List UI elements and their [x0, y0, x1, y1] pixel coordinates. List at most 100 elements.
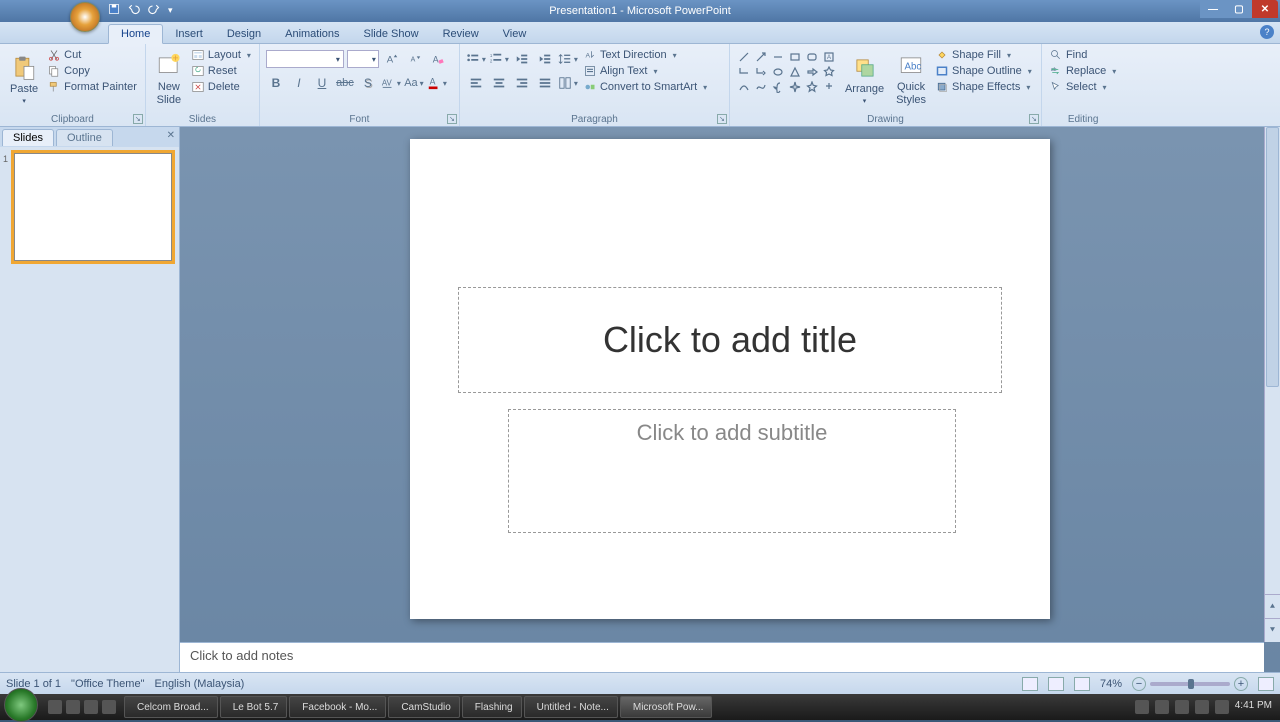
grow-font-icon[interactable]: A — [382, 50, 402, 68]
normal-view-icon[interactable] — [1022, 677, 1038, 691]
office-button[interactable] — [70, 2, 100, 32]
tab-design[interactable]: Design — [215, 25, 273, 43]
next-slide-icon[interactable]: ⯆ — [1265, 618, 1280, 642]
taskbar-item[interactable]: Microsoft Pow... — [620, 696, 713, 718]
shape-oval-icon[interactable] — [770, 65, 786, 79]
justify-icon[interactable] — [535, 74, 555, 92]
zoom-level[interactable]: 74% — [1100, 678, 1122, 690]
taskbar-item[interactable]: Facebook - Mo... — [289, 696, 386, 718]
shape-freeform-icon[interactable] — [753, 80, 769, 94]
select-button[interactable]: Select — [1048, 80, 1118, 94]
ie-icon[interactable] — [84, 700, 98, 714]
change-case-icon[interactable]: Aa — [404, 74, 424, 92]
fit-window-icon[interactable] — [1258, 677, 1274, 691]
strikethrough-icon[interactable]: abc — [335, 74, 355, 92]
text-direction-button[interactable]: AText Direction — [582, 48, 709, 62]
explorer-icon[interactable] — [66, 700, 80, 714]
slides-tab[interactable]: Slides — [2, 129, 54, 146]
tray-icon[interactable] — [1155, 700, 1169, 714]
shape-outline-button[interactable]: Shape Outline — [934, 64, 1034, 78]
taskbar-item[interactable]: Celcom Broad... — [124, 696, 218, 718]
columns-icon[interactable] — [558, 74, 578, 92]
zoom-slider[interactable] — [1150, 682, 1230, 686]
tab-review[interactable]: Review — [431, 25, 491, 43]
tab-insert[interactable]: Insert — [163, 25, 215, 43]
font-launcher[interactable] — [447, 114, 457, 124]
copy-button[interactable]: Copy — [46, 64, 139, 78]
tray-icon[interactable] — [1195, 700, 1209, 714]
clock[interactable]: 4:41 PM — [1235, 700, 1272, 714]
qat-more-icon[interactable]: ▾ — [168, 5, 173, 16]
char-spacing-icon[interactable]: AV — [381, 74, 401, 92]
shape-effects-button[interactable]: Shape Effects — [934, 80, 1034, 94]
taskbar-item[interactable]: Untitled - Note... — [524, 696, 618, 718]
shape-roundrect-icon[interactable] — [804, 50, 820, 64]
status-language[interactable]: English (Malaysia) — [154, 678, 244, 690]
shape-rightarrow-icon[interactable] — [804, 65, 820, 79]
volume-icon[interactable] — [1215, 700, 1229, 714]
replace-button[interactable]: abReplace — [1048, 64, 1118, 78]
zoom-out-icon[interactable]: − — [1132, 677, 1146, 691]
help-icon[interactable]: ? — [1260, 25, 1274, 39]
font-name-combo[interactable]: ▾ — [266, 50, 344, 68]
find-button[interactable]: Find — [1048, 48, 1118, 62]
new-slide-button[interactable]: New Slide — [152, 46, 186, 113]
cut-button[interactable]: Cut — [46, 48, 139, 62]
zoom-in-icon[interactable]: + — [1234, 677, 1248, 691]
shape-star-icon[interactable] — [821, 65, 837, 79]
shrink-font-icon[interactable]: A — [405, 50, 425, 68]
align-right-icon[interactable] — [512, 74, 532, 92]
start-button[interactable] — [4, 688, 38, 722]
clear-formatting-icon[interactable]: A — [428, 50, 448, 68]
tab-home[interactable]: Home — [108, 24, 163, 44]
show-desktop-icon[interactable] — [48, 700, 62, 714]
decrease-indent-icon[interactable] — [512, 50, 532, 68]
notes-pane[interactable]: Click to add notes — [180, 642, 1264, 672]
arrange-button[interactable]: Arrange▾ — [841, 46, 888, 113]
save-icon[interactable] — [108, 3, 120, 18]
shape-elbow-arrow-icon[interactable] — [753, 65, 769, 79]
bold-icon[interactable]: B — [266, 74, 286, 92]
shape-5star-icon[interactable] — [804, 80, 820, 94]
shape-textbox-icon[interactable]: A — [821, 50, 837, 64]
taskbar-item[interactable]: Le Bot 5.7 — [220, 696, 288, 718]
align-center-icon[interactable] — [489, 74, 509, 92]
scrollbar-thumb[interactable] — [1266, 127, 1279, 387]
align-left-icon[interactable] — [466, 74, 486, 92]
increase-indent-icon[interactable] — [535, 50, 555, 68]
shape-4star-icon[interactable] — [787, 80, 803, 94]
shape-line-icon[interactable] — [736, 50, 752, 64]
format-painter-button[interactable]: Format Painter — [46, 80, 139, 94]
shape-elbow-icon[interactable] — [736, 65, 752, 79]
underline-icon[interactable]: U — [312, 74, 332, 92]
slide-thumbnail-1[interactable]: 1 — [14, 153, 172, 261]
ql-more-icon[interactable] — [102, 700, 116, 714]
tab-animations[interactable]: Animations — [273, 25, 351, 43]
tray-icon[interactable] — [1135, 700, 1149, 714]
maximize-button[interactable]: ▢ — [1226, 0, 1252, 18]
convert-smartart-button[interactable]: Convert to SmartArt — [582, 80, 709, 94]
taskbar-item[interactable]: CamStudio — [388, 696, 459, 718]
outline-tab[interactable]: Outline — [56, 129, 113, 146]
close-panel-icon[interactable]: ✕ — [167, 130, 175, 141]
shapes-gallery[interactable]: A — [736, 50, 837, 113]
shape-arrow-icon[interactable] — [753, 50, 769, 64]
prev-slide-icon[interactable]: ⯅ — [1265, 594, 1280, 618]
close-button[interactable]: ✕ — [1252, 0, 1278, 18]
title-placeholder[interactable]: Click to add title — [458, 287, 1002, 393]
shape-brace-icon[interactable] — [770, 80, 786, 94]
paragraph-launcher[interactable] — [717, 114, 727, 124]
tray-icon[interactable] — [1175, 700, 1189, 714]
subtitle-placeholder[interactable]: Click to add subtitle — [508, 409, 956, 533]
drawing-launcher[interactable] — [1029, 114, 1039, 124]
undo-icon[interactable] — [128, 3, 140, 18]
shape-fill-button[interactable]: Shape Fill — [934, 48, 1034, 62]
redo-icon[interactable] — [148, 3, 160, 18]
slide-canvas[interactable]: Click to add title Click to add subtitle — [410, 139, 1050, 619]
tab-view[interactable]: View — [491, 25, 539, 43]
delete-button[interactable]: Delete — [190, 80, 253, 94]
sorter-view-icon[interactable] — [1048, 677, 1064, 691]
line-spacing-icon[interactable] — [558, 50, 578, 68]
bullets-icon[interactable] — [466, 50, 486, 68]
font-size-combo[interactable]: ▾ — [347, 50, 379, 68]
